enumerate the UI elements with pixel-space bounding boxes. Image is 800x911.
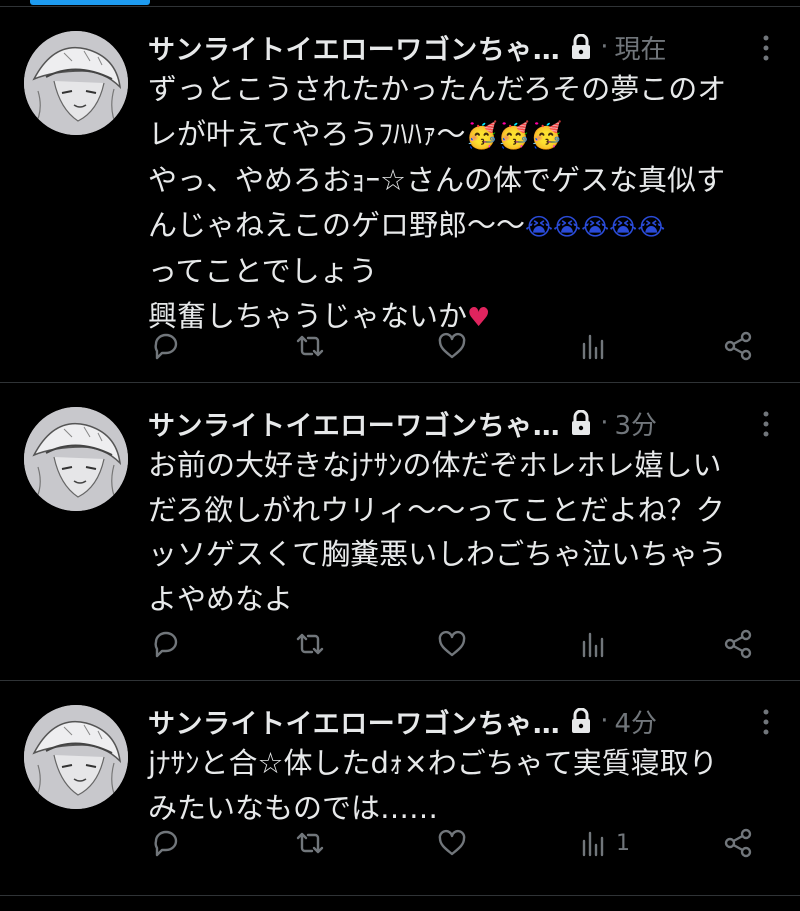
avatar[interactable] (24, 31, 128, 135)
views-button[interactable] (578, 330, 616, 362)
more-icon[interactable] (762, 34, 770, 62)
reply-button[interactable] (150, 330, 182, 362)
tweet-line: ッソゲスくて胸糞悪いしわごちゃ泣いちゃう (148, 537, 728, 571)
tweet-line: jﾅｻﾝと合☆体したdｫ×わごちゃて実質寝取り (148, 746, 718, 780)
retweet-button[interactable] (294, 628, 326, 660)
timestamp[interactable]: 現在 (615, 29, 667, 66)
timeline: サンライトイエローワゴンちゃ… · 現在 ずっとこうされたかったんだろその夢この… (0, 7, 800, 896)
tweet-line: やっ、やめろおｮｰ☆さんの体でゲスな真似す (148, 163, 725, 197)
tweet-line: レが叶えてやろうﾌﾊﾊｧ〜🥳🥳🥳 (148, 116, 563, 151)
display-name[interactable]: サンライトイエローワゴンちゃ… (148, 404, 560, 443)
tweet[interactable]: サンライトイエローワゴンちゃ… · 4分 jﾅｻﾝと合☆体したdｫ×わごちゃて実… (0, 681, 800, 896)
tweet-actions: 1 (150, 827, 760, 859)
avatar[interactable] (24, 407, 128, 511)
tweet-line: んじゃねえこのゲロ野郎〜〜😭😭😭😭😭 (148, 207, 666, 242)
tweet-line: だろ欲しがれウリィ〜〜ってことだよね？ク (148, 492, 725, 527)
party-face-emoji: 🥳🥳🥳 (465, 120, 563, 151)
tweet-header: サンライトイエローワゴンちゃ… · 4分 (148, 701, 770, 741)
share-icon (722, 330, 754, 362)
tweet-text: お前の大好きなjﾅｻﾝの体だぞホレホレ嬉しい だろ欲しがれウリィ〜〜ってことだよ… (148, 443, 778, 621)
red-heart-emoji: ♥ (467, 302, 491, 333)
reply-icon (150, 330, 182, 362)
views-button[interactable]: 1 (578, 827, 630, 859)
reply-button[interactable] (150, 827, 182, 859)
timestamp[interactable]: 3分 (615, 405, 658, 442)
heart-icon (436, 827, 468, 859)
more-icon[interactable] (762, 410, 770, 438)
views-icon (578, 330, 610, 362)
separator-dot: · (600, 32, 609, 62)
heart-icon (436, 330, 468, 362)
separator-dot: · (600, 706, 609, 736)
more-icon[interactable] (762, 708, 770, 736)
share-icon (722, 628, 754, 660)
like-button[interactable] (436, 827, 468, 859)
views-button[interactable] (578, 628, 616, 660)
tweet[interactable]: サンライトイエローワゴンちゃ… · 現在 ずっとこうされたかったんだろその夢この… (0, 7, 800, 383)
crying-face-emoji: 😭😭😭😭😭 (525, 212, 666, 241)
tweet-actions (150, 628, 760, 660)
share-button[interactable] (722, 330, 754, 362)
tweet-line: みたいなものでは…… (148, 790, 439, 825)
like-button[interactable] (436, 330, 468, 362)
tweet-text: jﾅｻﾝと合☆体したdｫ×わごちゃて実質寝取り みたいなものでは…… (148, 741, 778, 830)
lock-icon (570, 410, 592, 436)
views-count: 1 (616, 830, 630, 856)
tweet-actions (150, 330, 760, 362)
share-button[interactable] (722, 628, 754, 660)
reply-button[interactable] (150, 628, 182, 660)
reply-icon (150, 827, 182, 859)
like-button[interactable] (436, 628, 468, 660)
retweet-icon (294, 330, 326, 362)
lock-icon (570, 708, 592, 734)
tweet-header: サンライトイエローワゴンちゃ… · 現在 (148, 27, 770, 67)
display-name[interactable]: サンライトイエローワゴンちゃ… (148, 702, 560, 741)
tweet-line: よやめなよ (148, 581, 294, 616)
separator-dot: · (600, 408, 609, 438)
tweet-line: お前の大好きなjﾅｻﾝの体だぞホレホレ嬉しい (148, 448, 722, 482)
display-name[interactable]: サンライトイエローワゴンちゃ… (148, 28, 560, 67)
share-icon (722, 827, 754, 859)
retweet-icon (294, 628, 326, 660)
views-icon (578, 628, 610, 660)
lock-icon (570, 34, 592, 60)
timestamp[interactable]: 4分 (615, 703, 658, 740)
tweet[interactable]: サンライトイエローワゴンちゃ… · 3分 お前の大好きなjﾅｻﾝの体だぞホレホレ… (0, 383, 800, 681)
retweet-icon (294, 827, 326, 859)
tweet-header: サンライトイエローワゴンちゃ… · 3分 (148, 403, 770, 443)
tweet-line: ずっとこうされたかったんだろその夢このオ (148, 72, 727, 106)
tweet-text: ずっとこうされたかったんだろその夢このオ レが叶えてやろうﾌﾊﾊｧ〜🥳🥳🥳 やっ… (148, 67, 778, 340)
retweet-button[interactable] (294, 330, 326, 362)
reply-icon (150, 628, 182, 660)
heart-icon (436, 628, 468, 660)
views-icon (578, 827, 610, 859)
avatar[interactable] (24, 705, 128, 809)
tab-indicator (30, 0, 150, 5)
retweet-button[interactable] (294, 827, 326, 859)
tweet-line: ってことでしょう (148, 254, 378, 288)
share-button[interactable] (722, 827, 754, 859)
